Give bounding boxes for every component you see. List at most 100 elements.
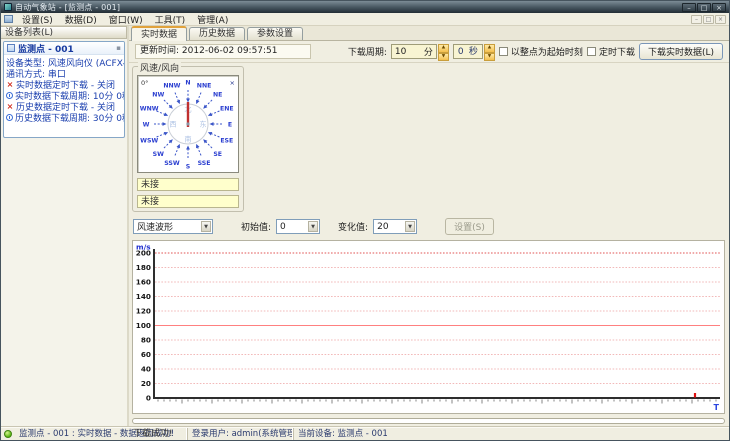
download-controls: 下载周期: 10 分 ▲ ▼ 0 秒 ▲ ▼ 以整点为起始时刻 定时下载 下载实… [348,43,723,61]
chevron-down-icon[interactable]: ▼ [308,221,319,232]
compass-center-label: 南 [185,135,192,144]
minimize-icon[interactable]: – [682,2,696,12]
wind-compass: NNNENEENEEESESESSESSSWSWWSWWWNWNWNNW北南东西… [137,75,239,173]
waveform-select[interactable]: 风速波形 ▼ [133,219,213,234]
update-time-box: 更新时间: 2012-06-02 09:57:51 [135,44,311,59]
checkbox-start-on-hour[interactable]: 以整点为起始时刻 [498,45,583,58]
device-list-header[interactable]: 设备列表(L) [1,26,127,39]
status-bar: 监测点 - 001 : 实时数据 - 数据返回成功! 登录用户: admin(系… [1,426,729,440]
chart-controls: 风速波形 ▼ 初始值: 0 ▼ 变化值: 20 ▼ 设置(S) [133,218,494,235]
compass-direction-label: W [143,121,150,128]
checkbox-scheduled-download[interactable]: 定时下载 [586,45,635,58]
y-axis-tick-label: 20 [141,379,151,388]
y-axis-tick-label: 120 [136,307,151,316]
chart-canvas: 020406080100120140160180200m/sT [136,243,720,412]
tab-bar: 实时数据 历史数据 参数设置 [129,26,729,41]
y-axis-tick-label: 60 [141,350,151,359]
compass-direction-label: ESE [220,137,233,144]
seconds-field[interactable]: 0 秒 [452,44,483,59]
spin-down-icon[interactable]: ▼ [483,52,495,61]
checkbox-icon[interactable] [586,47,596,56]
checkbox-icon[interactable] [498,47,508,56]
disabled-x-icon: × [6,80,14,89]
menu-item-2[interactable]: 窗口(W) [104,12,148,27]
device-title: 监测点 - 001 [18,44,74,55]
compass-direction-label: NW [152,92,164,99]
compass-direction-label: NE [213,92,222,99]
chevron-down-icon[interactable]: ▼ [201,221,211,232]
mdi-close-icon[interactable]: × [715,14,726,24]
y-axis-tick-label: 40 [141,365,151,374]
main-content: 实时数据 历史数据 参数设置 更新时间: 2012-06-02 09:57:51 下… [129,26,729,439]
window-controls: – □ × [682,2,726,12]
main-area: 设备列表(L) 监测点 - 001 ▪ 设备类型: 风速风向仪 (ACFX-4)… [1,26,729,439]
change-value-select[interactable]: 20 ▼ [373,219,418,234]
minutes-unit: 分 [423,48,433,58]
mdi-window-buttons: – □ × [691,14,726,24]
menu-item-3[interactable]: 工具(T) [150,12,191,27]
close-icon[interactable]: × [712,2,726,12]
spin-down-icon[interactable]: ▼ [437,52,449,61]
initial-value-label: 初始值: [241,223,272,233]
status-user: 登录用户: admin(系统管理员) [187,427,293,440]
download-status-text: 下载成功! [133,429,173,439]
compass-corner-mark: × [230,79,235,87]
app-window: 自动气象站 - [监测点 - 001] – □ × 设置(S) 数据(D) 窗口(W… [0,0,730,441]
menu-item-0[interactable]: 设置(S) [17,12,58,27]
compass-direction-label: WSW [140,137,158,144]
disabled-x-icon: × [6,102,14,111]
status-dot-icon [4,429,12,438]
device-info-list: 设备类型: 风速风向仪 (ACFX-4) 通讯方式: 串口 × 实时数据定时下载 - … [4,55,124,125]
initial-value: 0 [280,221,286,232]
seconds-value: 0 [457,46,464,57]
pin-icon[interactable]: ▪ [116,44,121,52]
timer-icon [6,92,13,99]
time-axis-marker: T [714,403,720,412]
mdi-minimize-icon[interactable]: – [691,14,702,24]
minutes-spinner[interactable]: ▲ ▼ [437,44,449,61]
sidebar: 设备列表(L) 监测点 - 001 ▪ 设备类型: 风速风向仪 (ACFX-4)… [1,26,129,426]
app-icon [4,3,12,11]
device-icon [7,44,15,52]
compass-direction-label: SSW [164,160,180,167]
minutes-field[interactable]: 10 分 [390,44,437,59]
menu-item-4[interactable]: 管理(A) [192,12,233,27]
compass-direction-label: E [228,121,232,128]
compass-center-label: 东 [200,120,207,129]
y-axis-tick-label: 180 [136,263,151,272]
mdi-child-icon[interactable] [4,15,13,23]
device-panel[interactable]: 监测点 - 001 ▪ 设备类型: 风速风向仪 (ACFX-4) 通讯方式: 串口… [3,41,125,138]
download-realtime-button[interactable]: 下载实时数据(L) [638,43,723,60]
settings-button[interactable]: 设置(S) [445,218,494,235]
progress-bar [132,418,725,424]
spin-up-icon[interactable]: ▲ [483,44,495,53]
menu-items: 设置(S) 数据(D) 窗口(W) 工具(T) 管理(A) [17,12,233,27]
compass-center-label: 西 [170,121,177,129]
checkbox-scheduled-label: 定时下载 [598,48,635,58]
content-body: 风速/风向 N NNE NE ENE E ESE SE SSE S SSW SW WSW W WNW NW N… [129,61,729,439]
compass-direction-label: N [185,79,190,86]
initial-value-select[interactable]: 0 ▼ [276,219,321,234]
wind-group-label: 风速/风向 [138,61,182,74]
device-info-text: 历史数据下载周期: 30分 0秒 [15,114,125,124]
seconds-spinner[interactable]: ▲ ▼ [483,44,495,61]
device-info-line: 历史数据下载周期: 30分 0秒 [6,112,125,124]
y-axis-tick-label: 160 [136,278,151,287]
tab-2[interactable]: 参数设置 [247,27,304,40]
compass-direction-label: SW [153,151,164,158]
device-panel-header[interactable]: 监测点 - 001 ▪ [4,42,124,55]
compass-direction-label: SE [213,151,222,158]
compass-direction-label: ENE [220,105,234,112]
compass-direction-label: NNE [197,83,212,90]
tab-1[interactable]: 历史数据 [189,27,246,40]
checkbox-start-on-hour-label: 以整点为起始时刻 [510,48,583,58]
maximize-icon[interactable]: □ [697,2,711,12]
compass-direction-label: NNW [163,83,180,90]
menu-item-1[interactable]: 数据(D) [60,12,102,27]
tab-0[interactable]: 实时数据 [131,26,188,41]
wind-panel: 风速/风向 N NNE NE ENE E ESE SE SSE S SSW SW WSW W WNW NW N… [132,61,244,212]
chevron-down-icon[interactable]: ▼ [405,221,416,232]
mdi-restore-icon[interactable]: □ [703,14,714,24]
spin-up-icon[interactable]: ▲ [437,44,449,53]
menu-bar: 设置(S) 数据(D) 窗口(W) 工具(T) 管理(A) – □ × [1,13,729,26]
